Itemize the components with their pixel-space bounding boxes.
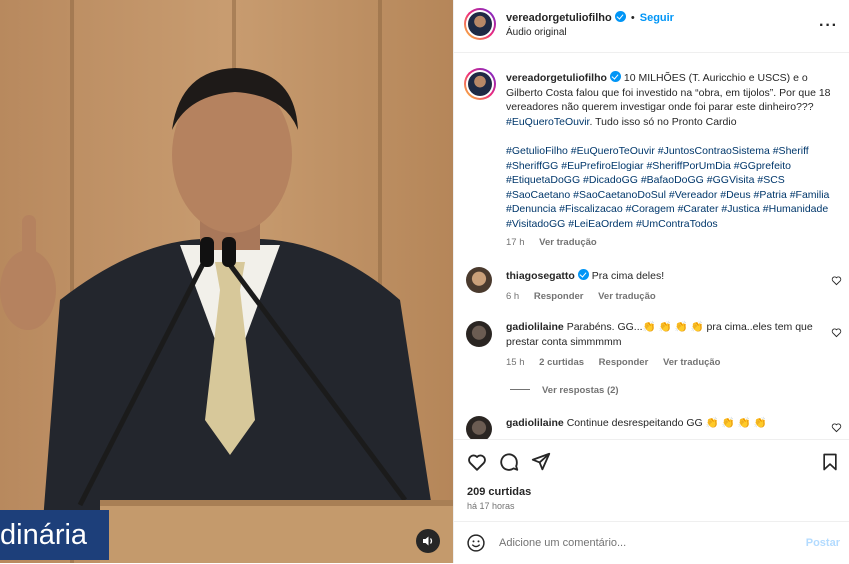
caption-avatar[interactable] (464, 68, 496, 100)
comment-2-translate[interactable]: Ver tradução (663, 357, 721, 368)
verified-badge-icon (609, 71, 621, 82)
post-time: há 17 horas (467, 501, 515, 511)
comment-2-username[interactable]: gadiolilaine (506, 321, 564, 333)
follow-button[interactable]: Seguir (640, 12, 674, 24)
comment-1-time: 6 h (506, 291, 520, 302)
comment-1-text: thiagosegatto Pra cima deles! (506, 269, 826, 284)
mute-button[interactable] (416, 529, 440, 553)
likes-count[interactable]: 209 curtidas (467, 486, 531, 498)
comment-2-like-icon[interactable] (831, 327, 842, 338)
comment-3-text: gadiolilaine Continue desrespeitando GG … (506, 416, 826, 431)
comment-3-like-icon[interactable] (831, 422, 842, 433)
header-username[interactable]: vereadorgetuliofilho (506, 12, 612, 24)
heart-icon[interactable] (466, 451, 488, 473)
comment-1-username[interactable]: thiagosegatto (506, 270, 575, 282)
comment-1-translate[interactable]: Ver tradução (598, 291, 656, 302)
separator-dot: • (630, 12, 635, 24)
comment-2-meta: 15 h 2 curtidas Responder Ver tradução (506, 357, 721, 368)
header-avatar[interactable] (464, 8, 496, 40)
caption-translate[interactable]: Ver tradução (539, 237, 597, 248)
action-bar: 209 curtidas há 17 horas (454, 439, 849, 521)
caption-hashtag[interactable]: #EuQueroTeOuvir (506, 116, 589, 128)
video-caption-text: dinária (0, 519, 88, 551)
caption-meta: 17 h Ver tradução (506, 237, 597, 248)
post-comments-area[interactable]: vereadorgetuliofilho 10 MILHÕES (T. Auri… (454, 53, 849, 439)
video-frame (0, 0, 453, 563)
caption-hashtags[interactable]: #GetulioFilho #EuQueroTeOuvir #JuntosCon… (506, 144, 844, 232)
comment-1-meta: 6 h Responder Ver tradução (506, 291, 656, 302)
comment-avatar[interactable] (466, 321, 492, 347)
share-icon[interactable] (530, 451, 552, 473)
comment-1-body: Pra cima deles! (591, 270, 665, 282)
caption-time: 17 h (506, 237, 525, 248)
comment-2-time: 15 h (506, 357, 525, 368)
audio-label[interactable]: Áudio original (506, 27, 567, 38)
post-header: vereadorgetuliofilho • Seguir Áudio orig… (454, 0, 849, 53)
comment-3-username[interactable]: gadiolilaine (506, 417, 564, 429)
caption-username[interactable]: vereadorgetuliofilho (506, 72, 607, 84)
caption-text-2: . Tudo isso só no Pronto Cardio (589, 115, 737, 128)
comment-1-reply-button[interactable]: Responder (534, 291, 584, 302)
emoji-icon[interactable] (466, 533, 486, 553)
add-comment-bar: Adicione um comentário... Postar (454, 521, 849, 564)
comment-2-reply-button[interactable]: Responder (599, 357, 649, 368)
speaker-icon (423, 536, 433, 546)
view-replies-label[interactable]: Ver respostas (2) (542, 385, 619, 396)
post-comment-button[interactable]: Postar (806, 537, 840, 549)
view-replies[interactable]: Ver respostas (2) (510, 385, 619, 396)
comment-2-likes[interactable]: 2 curtidas (539, 357, 584, 368)
comment-icon[interactable] (498, 451, 520, 473)
comment-1-like-icon[interactable] (831, 275, 842, 286)
bookmark-icon[interactable] (820, 451, 840, 473)
comment-avatar[interactable] (466, 416, 492, 439)
replies-line (510, 389, 530, 390)
comment-3-body: Continue desrespeitando GG 👏 👏 👏 👏 (566, 417, 767, 429)
post-caption: vereadorgetuliofilho 10 MILHÕES (T. Auri… (506, 71, 844, 129)
post-side-panel: vereadorgetuliofilho • Seguir Áudio orig… (453, 0, 849, 563)
comment-avatar[interactable] (466, 267, 492, 293)
verified-badge-icon (577, 269, 589, 280)
comment-2-text: gadiolilaine Parabéns. GG...👏 👏 👏 👏 pra … (506, 320, 826, 349)
verified-badge-icon (614, 11, 626, 22)
video-caption-bar: dinária (0, 510, 109, 560)
more-options-icon[interactable]: ··· (819, 17, 838, 35)
comment-input[interactable]: Adicione um comentário... (499, 537, 779, 549)
post-video[interactable]: dinária (0, 0, 453, 563)
